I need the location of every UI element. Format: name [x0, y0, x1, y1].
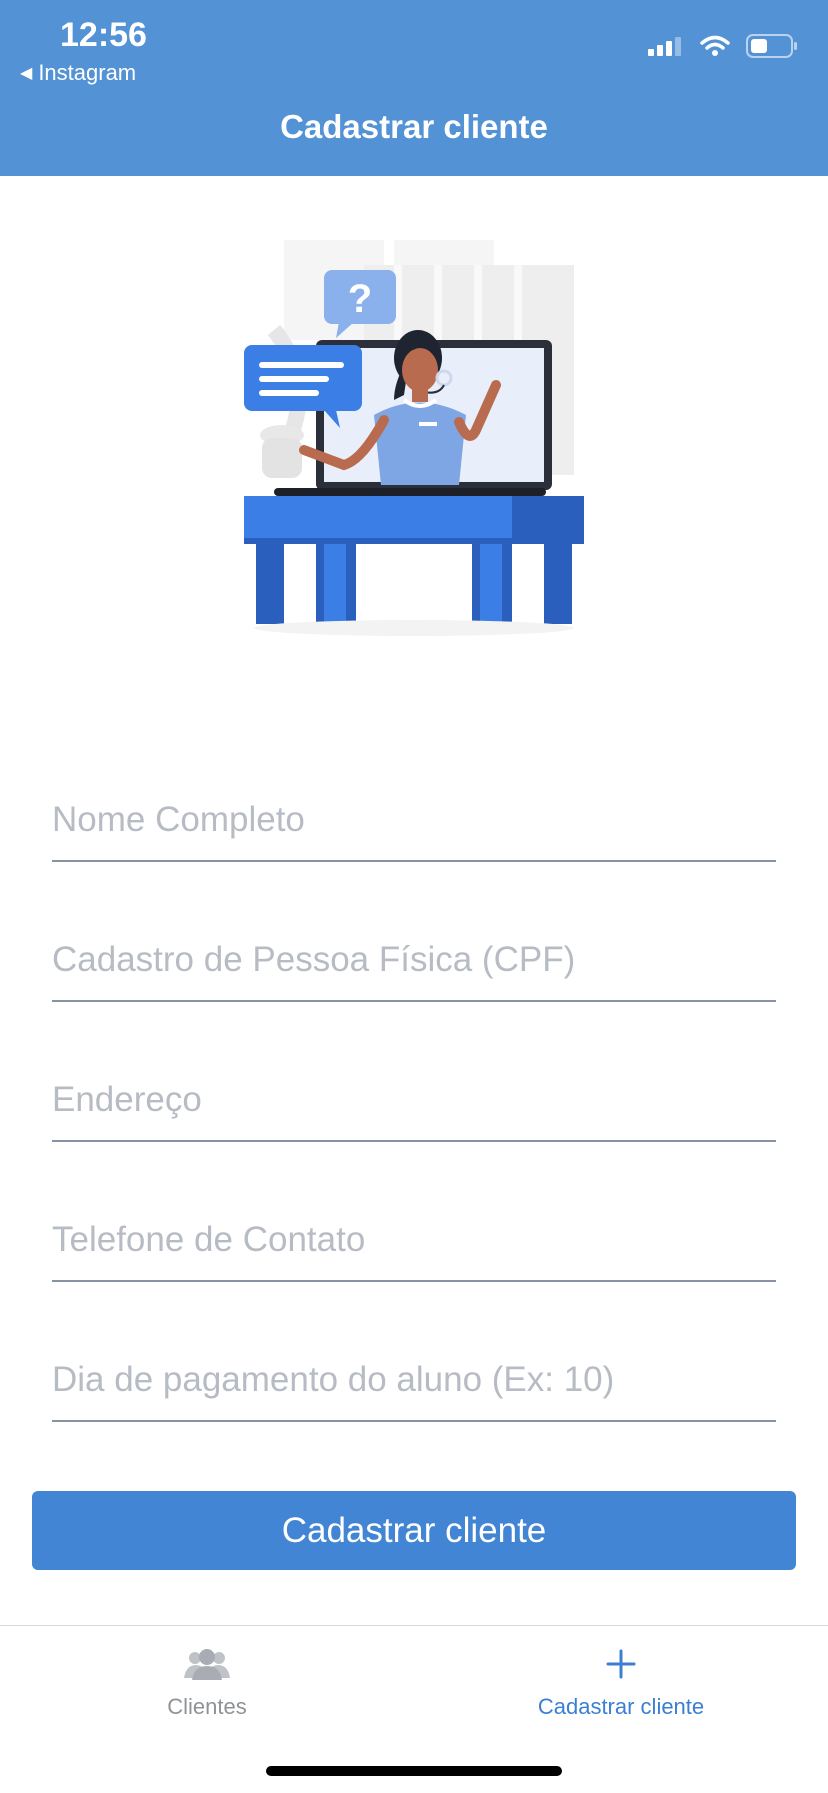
wifi-icon	[700, 35, 730, 56]
signal-icon	[648, 37, 681, 56]
cpf-field[interactable]	[52, 930, 776, 1002]
cpf-input[interactable]	[52, 930, 776, 990]
tab-clientes[interactable]: Clientes	[0, 1626, 414, 1736]
status-icons	[648, 34, 798, 58]
users-icon	[184, 1644, 230, 1684]
back-to-app-link[interactable]: ◀ Instagram	[20, 60, 136, 86]
payment-day-input[interactable]	[52, 1350, 776, 1410]
address-input[interactable]	[52, 1070, 776, 1130]
address-field[interactable]	[52, 1070, 776, 1142]
battery-icon	[746, 34, 797, 58]
plus-icon	[605, 1644, 637, 1684]
payment-day-field[interactable]	[52, 1350, 776, 1422]
tab-cadastrar-cliente-label: Cadastrar cliente	[537, 1694, 705, 1719]
phone-field[interactable]	[52, 1210, 776, 1282]
full-name-input[interactable]	[52, 790, 776, 850]
tab-cadastrar-cliente[interactable]: Cadastrar cliente	[414, 1626, 828, 1736]
customer-support-illustration: ?	[244, 230, 584, 670]
back-app-label: Instagram	[38, 60, 137, 85]
question-mark-text: ?	[348, 277, 372, 321]
status-time: 12:56	[60, 16, 147, 54]
header-bar: 12:56 ◀ Instagram Cadastrar cliente	[0, 0, 828, 176]
register-client-button[interactable]: Cadastrar cliente	[32, 1491, 796, 1570]
back-caret-icon: ◀	[20, 65, 33, 82]
full-name-field[interactable]	[52, 790, 776, 862]
home-indicator	[266, 1766, 562, 1776]
tab-clientes-label: Clientes	[167, 1694, 247, 1719]
phone-input[interactable]	[52, 1210, 776, 1270]
page-title: Cadastrar cliente	[280, 108, 548, 145]
